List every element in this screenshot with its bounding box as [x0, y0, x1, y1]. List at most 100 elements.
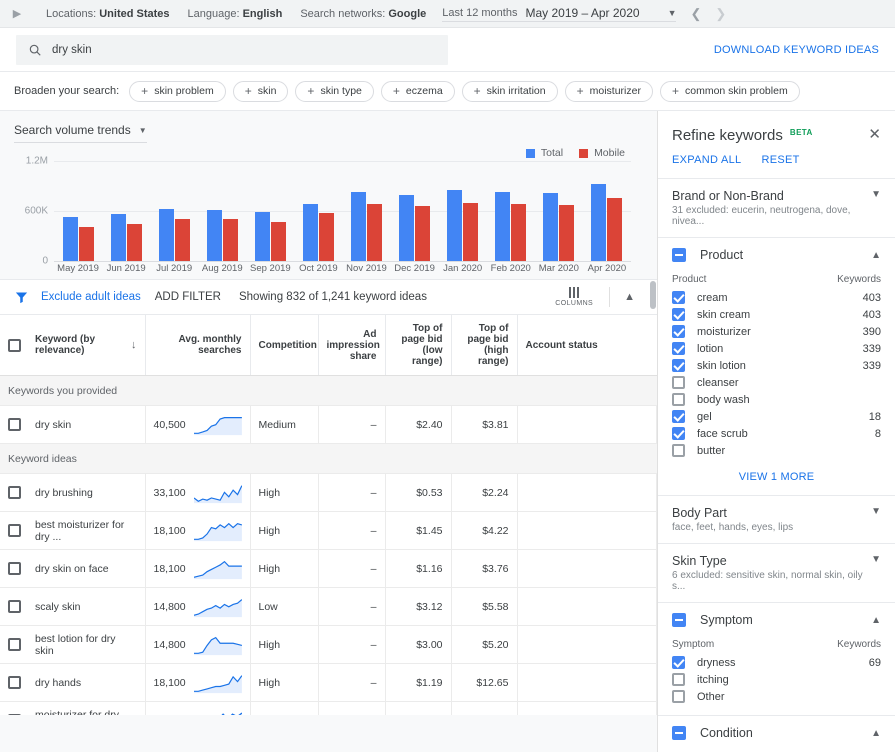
chart-title-dropdown[interactable]: Search volume trends ▼ [14, 123, 147, 143]
refine-option[interactable]: body wash [672, 391, 881, 408]
refine-option[interactable]: dryness69 [672, 654, 881, 671]
chart-bar-total[interactable] [63, 217, 78, 261]
broaden-chip[interactable]: +skin type [295, 81, 373, 102]
refine-section-header[interactable]: Symptom▲ [672, 613, 881, 627]
refine-section-checkbox[interactable] [672, 726, 686, 740]
table-row[interactable]: dry skin40,500Medium–$2.40$3.81 [0, 406, 657, 444]
column-avg-monthly-searches[interactable]: Avg. monthly searches [145, 315, 250, 376]
refine-option[interactable]: gel18 [672, 408, 881, 425]
exclude-adult-ideas-link[interactable]: Exclude adult ideas [41, 291, 141, 303]
refine-option-checkbox[interactable] [672, 656, 685, 669]
chart-bar-mobile[interactable] [463, 203, 478, 261]
chart-bar-mobile[interactable] [607, 198, 622, 261]
row-checkbox[interactable] [8, 714, 21, 715]
chevron-up-icon[interactable]: ▲ [863, 728, 881, 739]
table-row[interactable]: moisturizer for dry skin8,100High–$2.00$… [0, 702, 657, 716]
close-icon[interactable]: ✕ [868, 127, 881, 142]
keyword-search-box[interactable]: dry skin [16, 35, 448, 65]
table-row[interactable]: dry hands18,100High–$1.19$12.65 [0, 664, 657, 702]
chart-bar-mobile[interactable] [367, 204, 382, 262]
chevron-up-icon[interactable]: ▲ [863, 250, 881, 261]
row-checkbox[interactable] [8, 676, 21, 689]
chart-bar-total[interactable] [255, 212, 270, 261]
collapse-chart-button[interactable]: ▲ [616, 291, 643, 303]
refine-option[interactable]: cream403 [672, 289, 881, 306]
refine-option-checkbox[interactable] [672, 376, 685, 389]
chart-bar-total[interactable] [495, 192, 510, 261]
bar-group[interactable] [487, 161, 535, 261]
row-checkbox[interactable] [8, 418, 21, 431]
download-keyword-ideas-button[interactable]: DOWNLOAD KEYWORD IDEAS [714, 44, 879, 56]
chevron-down-icon[interactable]: ▼ [863, 506, 881, 517]
search-networks-filter[interactable]: Search networks: Google [300, 8, 426, 20]
refine-option-checkbox[interactable] [672, 673, 685, 686]
refine-section-header[interactable]: Condition▲ [672, 726, 881, 740]
chart-bar-mobile[interactable] [127, 224, 142, 262]
refine-option-checkbox[interactable] [672, 410, 685, 423]
refine-section-header[interactable]: Product▲ [672, 248, 881, 262]
refine-option[interactable]: cleanser [672, 374, 881, 391]
bar-group[interactable] [583, 161, 631, 261]
refine-section-checkbox[interactable] [672, 613, 686, 627]
chevron-right-icon[interactable]: ❯ [715, 6, 726, 22]
bar-group[interactable] [198, 161, 246, 261]
column-ad-impression-share[interactable]: Ad impression share [318, 315, 385, 376]
chart-bar-mobile[interactable] [415, 206, 430, 261]
refine-option-checkbox[interactable] [672, 359, 685, 372]
locations-filter[interactable]: Locations: United States [46, 8, 170, 20]
table-row[interactable]: best moisturizer for dry ...18,100High–$… [0, 512, 657, 550]
bar-group[interactable] [54, 161, 102, 261]
chart-bar-total[interactable] [303, 204, 318, 262]
row-checkbox[interactable] [8, 638, 21, 651]
refine-section-header[interactable]: Skin Type6 excluded: sensitive skin, nor… [672, 554, 881, 592]
bar-group[interactable] [342, 161, 390, 261]
chart-bar-total[interactable] [543, 193, 558, 261]
chart-bar-total[interactable] [591, 184, 606, 261]
chart-bar-mobile[interactable] [79, 227, 94, 261]
broaden-chip[interactable]: +skin [233, 81, 289, 102]
refine-section-header[interactable]: Brand or Non-Brand31 excluded: eucerin, … [672, 189, 881, 227]
expand-panel-icon[interactable]: ▶ [6, 3, 28, 25]
row-checkbox[interactable] [8, 600, 21, 613]
refine-option[interactable]: Other [672, 688, 881, 705]
refine-option[interactable]: skin cream403 [672, 306, 881, 323]
column-top-of-page-bid-low[interactable]: Top of page bid (low range) [385, 315, 451, 376]
chart-bar-total[interactable] [111, 214, 126, 262]
chevron-down-icon[interactable]: ▼ [863, 189, 881, 200]
add-filter-button[interactable]: ADD FILTER [155, 291, 221, 303]
column-competition[interactable]: Competition [250, 315, 318, 376]
refine-option-checkbox[interactable] [672, 444, 685, 457]
results-scrollbar[interactable] [649, 111, 657, 752]
sort-down-arrow-icon[interactable]: ↓ [131, 339, 137, 351]
refine-section-header[interactable]: Body Partface, feet, hands, eyes, lips▼ [672, 506, 881, 533]
row-checkbox[interactable] [8, 562, 21, 575]
view-more-link[interactable]: VIEW 1 MORE [672, 471, 881, 483]
chart-bar-mobile[interactable] [175, 219, 190, 262]
date-range-selector[interactable]: Last 12 months May 2019 – Apr 2020 ▼ [442, 6, 676, 22]
table-row[interactable]: dry brushing33,100High–$0.53$2.24 [0, 474, 657, 512]
column-keyword[interactable]: Keyword (by relevance) ↓ [0, 315, 145, 376]
refine-section-checkbox[interactable] [672, 248, 686, 262]
bar-group[interactable] [294, 161, 342, 261]
refine-option[interactable]: moisturizer390 [672, 323, 881, 340]
refine-option-checkbox[interactable] [672, 325, 685, 338]
bar-group[interactable] [439, 161, 487, 261]
table-row[interactable]: scaly skin14,800Low–$3.12$5.58 [0, 588, 657, 626]
language-filter[interactable]: Language: English [188, 8, 283, 20]
broaden-chip[interactable]: +common skin problem [660, 81, 800, 102]
bar-group[interactable] [150, 161, 198, 261]
legend-item[interactable]: Mobile [579, 147, 625, 159]
row-checkbox[interactable] [8, 524, 21, 537]
chart-bar-mobile[interactable] [271, 222, 286, 261]
refine-option[interactable]: itching [672, 671, 881, 688]
column-account-status[interactable]: Account status [517, 315, 657, 376]
refine-option[interactable]: face scrub8 [672, 425, 881, 442]
chart-bar-mobile[interactable] [223, 219, 238, 261]
chart-bar-mobile[interactable] [511, 204, 526, 261]
expand-all-button[interactable]: EXPAND ALL [672, 154, 741, 166]
keyword-table-scroll[interactable]: Keyword (by relevance) ↓ Avg. monthly se… [0, 315, 657, 715]
chart-bar-total[interactable] [159, 209, 174, 261]
select-all-checkbox[interactable] [8, 339, 21, 352]
legend-item[interactable]: Total [526, 147, 563, 159]
bar-group[interactable] [246, 161, 294, 261]
